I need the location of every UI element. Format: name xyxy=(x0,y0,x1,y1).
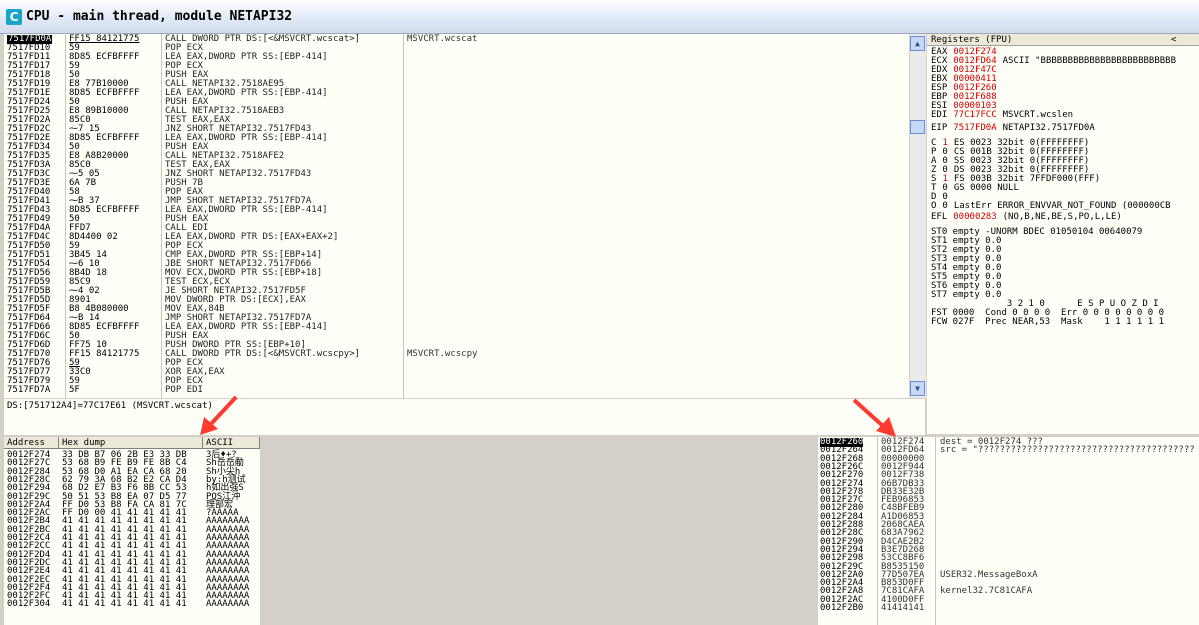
dump-header-hex[interactable]: Hex dump xyxy=(59,437,203,449)
stack-address: 0012F2B0 xyxy=(820,603,864,613)
register-line[interactable]: EIP 7517FD0A NETAPI32.7517FD0A xyxy=(931,124,1095,133)
scroll-down-icon[interactable]: ▼ xyxy=(910,381,925,396)
disasm-row[interactable]: 7517FD79 59 POP ECX xyxy=(4,377,909,386)
efl-line[interactable]: EFL 00000283 (NO,B,NE,BE,S,PO,L,LE) xyxy=(931,213,1122,222)
disasm-row[interactable]: 7517FD49 50 PUSH EAX xyxy=(4,215,909,224)
disasm-scrollbar[interactable]: ▲ ▼ xyxy=(910,34,926,398)
disassembly-pane[interactable]: 7517FD0A FF15 84121775 CALL DWORD PTR DS:[… xyxy=(4,34,909,398)
register-note: MSVCRT.wcslen xyxy=(1002,110,1074,120)
disasm-row[interactable]: 7517FD76 59 POP ECX xyxy=(4,359,909,368)
segment-info: LastErr ERROR_ENVVAR_NOT_FOUND (000000CB xyxy=(953,201,1171,211)
disasm-row[interactable]: 7517FD4A FFD7 CALL EDI xyxy=(4,224,909,233)
red-arrow-annotation xyxy=(852,398,896,437)
disasm-row[interactable]: 7517FD5B ⁓4 02 JE SHORT NETAPI32.7517FD5F xyxy=(4,287,909,296)
disasm-row[interactable]: 7517FD18 50 PUSH EAX xyxy=(4,71,909,80)
disasm-row[interactable]: 7517FD5F B8 4B080000 MOV EAX,84B xyxy=(4,305,909,314)
register-note: NETAPI32.7517FD0A xyxy=(1002,123,1095,133)
disasm-row[interactable]: 7517FD25 E8 89B10000 CALL NETAPI32.7518AEB… xyxy=(4,107,909,116)
window-title-bar[interactable]: C CPU - main thread, module NETAPI32 xyxy=(0,0,1199,34)
info-text: DS:[751712A4]=77C17E61 (MSVCRT.wcscat) xyxy=(7,401,213,411)
disasm-row[interactable]: 7517FD2E 8D85 ECFBFFFF LEA EAX,DWORD PTR S… xyxy=(4,134,909,143)
dump-ascii: AAAAAAAA xyxy=(206,599,250,610)
disasm-row[interactable]: 7517FD41 ⁓B 37 JMP SHORT NETAPI32.7517FD7A xyxy=(4,197,909,206)
disasm-row[interactable]: 7517FD64 ⁓B 14 JMP SHORT NETAPI32.7517FD7A xyxy=(4,314,909,323)
dump-header-address[interactable]: Address xyxy=(4,437,59,449)
disasm-row[interactable]: 7517FD50 59 POP ECX xyxy=(4,242,909,251)
disasm-row[interactable]: 7517FD1E 8D85 ECFBFFFF LEA EAX,DWORD PTR S… xyxy=(4,89,909,98)
info-pane: DS:[751712A4]=77C17E61 (MSVCRT.wcscat) xyxy=(4,399,925,435)
disasm-row[interactable]: 7517FD3A 85C0 TEST EAX,EAX xyxy=(4,161,909,170)
disasm-hex: 5F xyxy=(69,385,80,395)
register-name: EIP xyxy=(931,123,948,133)
disasm-row[interactable]: 7517FD0A FF15 84121775 CALL DWORD PTR DS:[… xyxy=(4,35,909,44)
register-value: 7517FD0A xyxy=(953,123,997,133)
registers-header[interactable]: Registers (FPU) < xyxy=(927,34,1199,46)
disasm-row[interactable]: 7517FD17 59 POP ECX xyxy=(4,62,909,71)
disasm-row[interactable]: 7517FD51 3B45 14 CMP EAX,DWORD PTR SS:[EBP… xyxy=(4,251,909,260)
disasm-row[interactable]: 7517FD34 50 PUSH EAX xyxy=(4,143,909,152)
registers-title: Registers (FPU) xyxy=(931,35,1013,45)
disasm-row[interactable]: 7517FD24 50 PUSH EAX xyxy=(4,98,909,107)
dump-hex-bytes: 41 41 41 41 41 41 41 41 xyxy=(62,599,187,610)
flag-name: O xyxy=(931,201,937,211)
disasm-comment: MSVCRT.wcscat xyxy=(407,34,478,44)
stack-pane[interactable]: 0012F260 0012F274 dest = 0012F274 ??? 0012F… xyxy=(818,437,1199,625)
stack-row[interactable]: 0012F2B0 41414141 xyxy=(818,604,1199,613)
dump-address: 0012F304 xyxy=(7,599,51,610)
register-value: 77C17FCC xyxy=(953,110,997,120)
disasm-row[interactable]: 7517FD2A 85C0 TEST EAX,EAX xyxy=(4,116,909,125)
red-arrow-annotation xyxy=(200,395,238,435)
registers-pane[interactable]: Registers (FPU) < EAX 0012F274 ECX 0012FD64… xyxy=(927,34,1199,434)
disasm-row[interactable]: 7517FD2C ⁓7 15 JNZ SHORT NETAPI32.7517FD43 xyxy=(4,125,909,134)
segment-info: GS 0000 NULL xyxy=(953,183,1019,193)
disasm-row[interactable]: 7517FD3E 6A 7B PUSH 7B xyxy=(4,179,909,188)
fpu-control-word: FCW 027F Prec NEAR,53 Mask 1 1 1 1 1 1 xyxy=(931,317,1164,327)
disasm-row[interactable]: 7517FD7A 5F POP EDI xyxy=(4,386,909,395)
disasm-row[interactable]: 7517FD77 33C0 XOR EAX,EAX xyxy=(4,368,909,377)
scroll-thumb[interactable] xyxy=(910,120,925,134)
register-line[interactable]: EDI 77C17FCC MSVCRT.wcslen xyxy=(931,111,1073,120)
disasm-row[interactable]: 7517FD66 8D85 ECFBFFFF LEA EAX,DWORD PTR S… xyxy=(4,323,909,332)
disasm-row[interactable]: 7517FD70 FF15 84121775 CALL DWORD PTR DS:[… xyxy=(4,350,909,359)
disasm-row[interactable]: 7517FD5D 8901 MOV DWORD PTR DS:[ECX],EAX xyxy=(4,296,909,305)
disasm-row[interactable]: 7517FD35 E8 A8B20000 CALL NETAPI32.7518AFE… xyxy=(4,152,909,161)
flag-value: 0 xyxy=(942,201,948,211)
hex-dump-pane[interactable]: Address Hex dump ASCII 0012F274 33 DB B7 … xyxy=(4,437,260,625)
disasm-row[interactable]: 7517FD59 85C9 TEST ECX,ECX xyxy=(4,278,909,287)
stack-value: 41414141 xyxy=(881,603,925,613)
disasm-row[interactable]: 7517FD4C 8D4400 02 LEA EAX,DWORD PTR DS:[E… xyxy=(4,233,909,242)
registers-view-toggle-icon[interactable]: < xyxy=(1171,35,1176,45)
register-note: ASCII "BBBBBBBBBBBBBBBBBBBBBBBBB xyxy=(1002,56,1177,66)
register-name: EDI xyxy=(931,110,948,120)
disasm-row[interactable]: 7517FD19 E8 77B10000 CALL NETAPI32.7518AE9… xyxy=(4,80,909,89)
efl-flags: (NO,B,NE,BE,S,PO,L,LE) xyxy=(1002,212,1122,222)
disasm-row[interactable]: 7517FD6C 50 PUSH EAX xyxy=(4,332,909,341)
window-title: CPU - main thread, module NETAPI32 xyxy=(26,9,293,24)
disasm-row[interactable]: 7517FD54 ⁓6 10 JBE SHORT NETAPI32.7517FD66 xyxy=(4,260,909,269)
disasm-row[interactable]: 7517FD10 59 POP ECX xyxy=(4,44,909,53)
dump-row[interactable]: 0012F304 41 41 41 41 41 41 41 41 AAAAAAAA xyxy=(4,600,260,609)
disasm-address: 7517FD7A xyxy=(7,385,51,395)
disasm-row[interactable]: 7517FD3C ⁓5 05 JNZ SHORT NETAPI32.7517FD43 xyxy=(4,170,909,179)
disasm-row[interactable]: 7517FD11 8D85 ECFBFFFF LEA EAX,DWORD PTR S… xyxy=(4,53,909,62)
flag-line[interactable]: O 0 LastErr ERROR_ENVVAR_NOT_FOUND (000000… xyxy=(931,202,1171,211)
disasm-row[interactable]: 7517FD40 58 POP EAX xyxy=(4,188,909,197)
disasm-row[interactable]: 7517FD56 8B4D 18 MOV ECX,DWORD PTR SS:[EBP… xyxy=(4,269,909,278)
scroll-up-icon[interactable]: ▲ xyxy=(910,36,925,51)
disasm-row[interactable]: 7517FD43 8D85 ECFBFFFF LEA EAX,DWORD PTR S… xyxy=(4,206,909,215)
efl-label: EFL xyxy=(931,212,948,222)
disasm-comment: MSVCRT.wcscpy xyxy=(407,349,478,359)
cpu-window-icon: C xyxy=(6,9,22,25)
efl-value: 00000283 xyxy=(953,212,997,222)
